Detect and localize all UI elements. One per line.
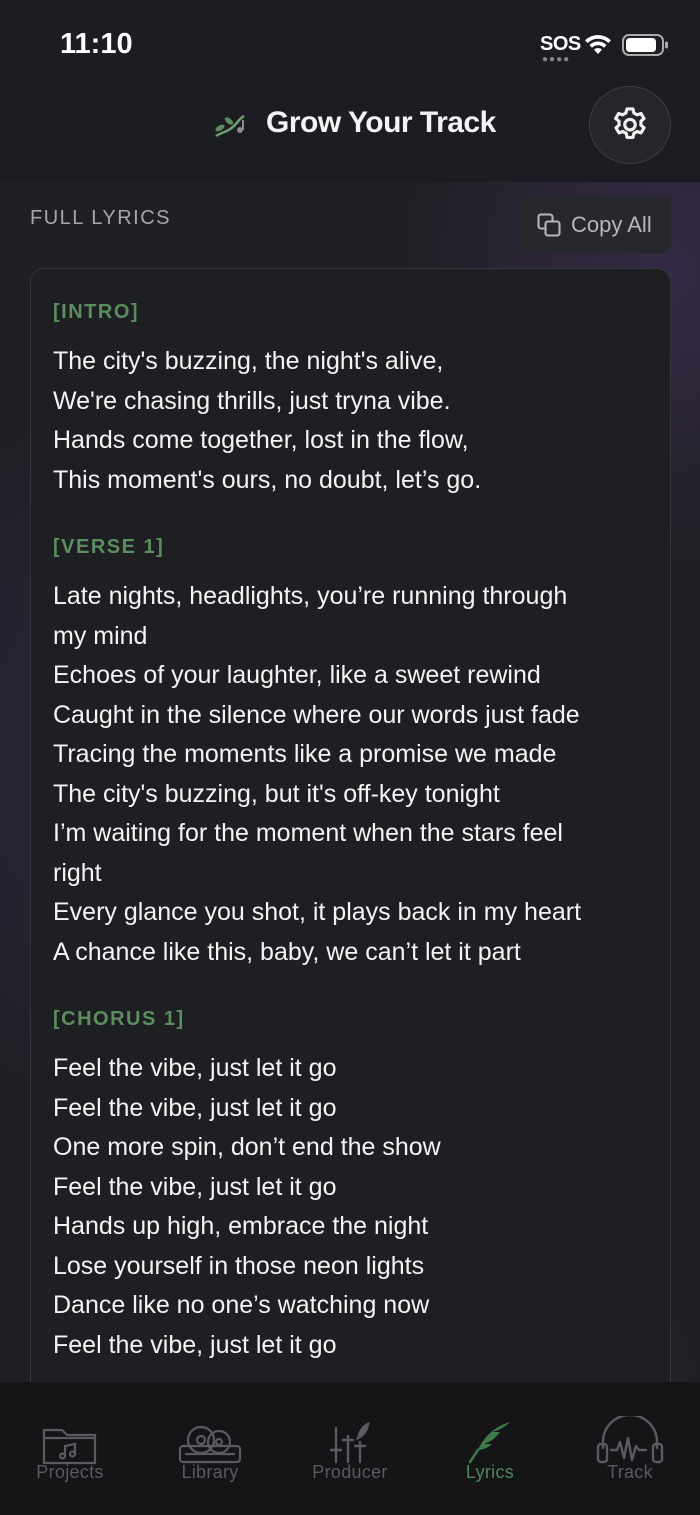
full-lyrics-label: FULL LYRICS — [30, 207, 171, 229]
section-tag: [VERSE 1] — [53, 536, 165, 558]
app-header: Grow Your Track — [0, 82, 700, 182]
lyric-line: Late nights, headlights, you’re running … — [53, 582, 568, 610]
lyric-line: Tracing the moments like a promise we ma… — [53, 740, 557, 768]
lyric-line: my mind — [53, 621, 148, 650]
lyrics-section-chorus-1: [CHORUS 1] Feel the vibe, just let it go… — [53, 1008, 648, 1365]
sos-indicator: SOS — [540, 33, 581, 55]
signal-dots-icon: ●●●● — [542, 54, 571, 65]
screen: 11:10 SOS ●●●● Grow Your Track FULL LYRI… — [0, 0, 700, 1515]
tab-label: Projects — [36, 1462, 104, 1482]
quill-icon — [468, 1422, 510, 1464]
tab-label: Track — [607, 1462, 653, 1482]
plant-note-logo — [215, 114, 245, 138]
status-time: 11:10 — [60, 28, 133, 60]
tab-lyrics[interactable]: Lyrics — [420, 1382, 560, 1515]
tab-bar: Projects Library Producer Lyrics Track — [0, 1382, 700, 1515]
lyric-line: Lose yourself in those neon lights — [53, 1251, 425, 1280]
settings-button[interactable] — [589, 86, 671, 164]
copy-all-button[interactable]: Copy All — [521, 197, 671, 253]
lyric-line: I’m waiting for the moment when the star… — [53, 819, 563, 847]
tab-projects[interactable]: Projects — [0, 1382, 140, 1515]
copy-all-label: Copy All — [571, 212, 652, 237]
mixer-sliders-icon — [329, 1422, 370, 1464]
copy-icon — [537, 213, 561, 237]
headphones-waveform-icon — [596, 1416, 664, 1464]
tab-track[interactable]: Track — [560, 1382, 700, 1515]
tab-label: Lyrics — [465, 1462, 515, 1482]
lyric-line: This moment's ours, no doubt, let’s go. — [53, 465, 482, 494]
status-bar: 11:10 SOS ●●●● — [0, 0, 700, 82]
lyric-line: Hands come together, lost in the flow, — [53, 426, 469, 454]
lyric-line: Feel the vibe, just let it go — [53, 1093, 337, 1122]
lyric-line: right — [53, 858, 102, 887]
lyric-line: One more spin, don’t end the show — [53, 1133, 441, 1161]
tab-library[interactable]: Library — [140, 1382, 280, 1515]
lyric-line: The city's buzzing, the night's alive, — [53, 347, 444, 375]
section-tag: [CHORUS 1] — [53, 1008, 185, 1030]
lyric-line: Dance like no one’s watching now — [53, 1291, 430, 1319]
lyrics-card: [INTRO] The city's buzzing, the night's … — [30, 268, 671, 1468]
lyric-line: Echoes of your laughter, like a sweet re… — [53, 661, 541, 689]
lyric-line: Hands up high, embrace the night — [53, 1212, 429, 1240]
tab-label: Library — [181, 1462, 239, 1482]
gear-icon — [614, 107, 646, 139]
lyric-line: Feel the vibe, just let it go — [53, 1054, 337, 1082]
lyric-line: We're chasing thrills, just tryna vibe. — [53, 386, 451, 415]
lyric-line: Every glance you shot, it plays back in … — [53, 898, 582, 926]
tab-label: Producer — [312, 1462, 388, 1482]
lyric-line: Feel the vibe, just let it go — [53, 1330, 337, 1359]
tab-producer[interactable]: Producer — [280, 1382, 420, 1515]
lyric-line: Caught in the silence where our words ju… — [53, 700, 580, 729]
vinyl-library-icon — [178, 1425, 242, 1464]
lyric-line: A chance like this, baby, we can’t let i… — [53, 937, 521, 966]
wifi-icon — [585, 34, 611, 54]
lyrics-section-intro: [INTRO] The city's buzzing, the night's … — [53, 301, 648, 500]
page-title: Grow Your Track — [266, 106, 496, 139]
section-tag: [INTRO] — [53, 301, 140, 323]
lyrics-section-verse-1: [VERSE 1] Late nights, headlights, you’r… — [53, 536, 648, 972]
lyric-line: The city's buzzing, but it's off-key ton… — [53, 779, 500, 808]
folder-music-icon — [42, 1428, 97, 1465]
battery-icon — [622, 34, 668, 56]
lyric-line: Feel the vibe, just let it go — [53, 1172, 337, 1201]
